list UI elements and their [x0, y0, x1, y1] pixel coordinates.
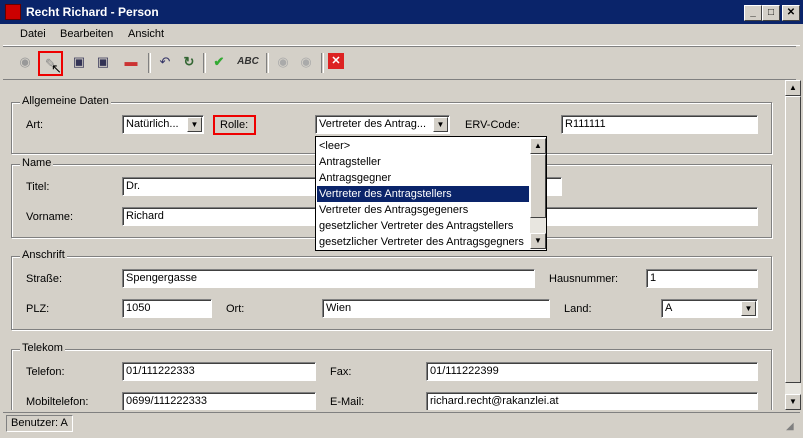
menu-datei[interactable]: Datei	[20, 28, 46, 40]
dropdown-option[interactable]: gesetzlicher Vertreter des Antragsgegner…	[317, 234, 529, 250]
strasse-label: Straße:	[26, 273, 63, 285]
email-input[interactable]: richard.recht@rakanzlei.at	[426, 392, 758, 410]
dropdown-option[interactable]: Antragsgegner	[317, 170, 529, 186]
toolbar-separator	[321, 53, 324, 73]
save-close-icon[interactable]: ▣	[93, 52, 113, 72]
resize-grip-icon[interactable]: ◢	[786, 421, 794, 432]
check-icon[interactable]: ✔	[209, 52, 229, 72]
erv-input[interactable]: R111111	[561, 115, 758, 134]
dropdown-option-selected[interactable]: Vertreter des Antragstellers	[317, 186, 529, 202]
app-icon	[5, 4, 21, 20]
dropdown-option[interactable]: <leer>	[317, 138, 529, 154]
land-value: A	[665, 302, 673, 314]
hausnummer-input[interactable]: 1	[646, 269, 758, 288]
fax-label: Fax:	[330, 366, 352, 378]
art-select[interactable]: Natürlich... ▼	[122, 115, 204, 134]
down-icon[interactable]: ◉	[296, 52, 316, 72]
plz-label: PLZ:	[26, 303, 50, 315]
land-label: Land:	[564, 303, 592, 315]
strasse-input[interactable]: Spengergasse	[122, 269, 535, 288]
status-bar: Benutzer: A ◢	[3, 412, 800, 435]
delete-icon[interactable]: ▬	[121, 52, 141, 72]
telefon-label: Telefon:	[26, 366, 65, 378]
toolbar: ◉ ✎ ↖ ▣ ▣ ▬ ↶ ↻ ✔ ABC ◉ ◉ ✕	[3, 46, 796, 80]
scroll-up-icon[interactable]: ▲	[785, 80, 801, 96]
group-title: Allgemeine Daten	[20, 95, 111, 107]
main-scrollbar[interactable]: ▲ ▼	[785, 80, 801, 410]
redo-icon[interactable]: ↻	[179, 52, 199, 72]
menu-bearbeiten[interactable]: Bearbeiten	[60, 28, 113, 40]
back-icon[interactable]: ◉	[15, 52, 35, 72]
fax-input[interactable]: 01/111222399	[426, 362, 758, 381]
dropdown-option[interactable]: Vertreter des Antragsgegeners	[317, 202, 529, 218]
scroll-down-icon[interactable]: ▼	[785, 394, 801, 410]
land-select[interactable]: A ▼	[661, 299, 758, 318]
chevron-down-icon[interactable]: ▼	[433, 117, 448, 132]
dropdown-option[interactable]: gesetzlicher Vertreter des Antragsteller…	[317, 218, 529, 234]
scroll-thumb[interactable]	[785, 96, 801, 383]
email-label: E-Mail:	[330, 396, 365, 408]
minimize-button[interactable]: _	[744, 5, 762, 21]
vorname-label: Vorname:	[26, 211, 74, 223]
scroll-up-icon[interactable]: ▲	[530, 138, 546, 154]
ort-input[interactable]: Wien	[322, 299, 550, 318]
hausnummer-label: Hausnummer:	[549, 273, 619, 285]
rolle-value: Vertreter des Antrag...	[319, 118, 427, 130]
art-label: Art:	[26, 119, 44, 131]
toolbar-separator	[148, 53, 151, 73]
mobil-input[interactable]: 0699/111222333	[122, 392, 316, 410]
plz-input[interactable]: 1050	[122, 299, 212, 318]
form-content: Allgemeine Daten Art: Natürlich... ▼ Rol…	[3, 80, 784, 410]
art-value: Natürlich...	[126, 118, 179, 130]
group-title: Anschrift	[20, 249, 67, 261]
spellcheck-label: ABC	[237, 56, 259, 67]
group-title: Name	[20, 157, 54, 169]
dropdown-scrollbar[interactable]: ▲ ▼	[530, 138, 546, 249]
rolle-select[interactable]: Vertreter des Antrag... ▼	[315, 115, 450, 134]
save-icon[interactable]: ▣	[69, 52, 89, 72]
toolbar-separator	[203, 53, 206, 73]
chevron-down-icon[interactable]: ▼	[741, 301, 756, 316]
telefon-input[interactable]: 01/111222333	[122, 362, 316, 381]
ort-label: Ort:	[226, 303, 245, 315]
window-title: Recht Richard - Person	[26, 5, 159, 19]
up-icon[interactable]: ◉	[273, 52, 293, 72]
cancel-icon[interactable]: ✕	[328, 53, 344, 69]
close-button[interactable]: ✕	[782, 5, 800, 21]
titel-label: Titel:	[26, 181, 50, 193]
toolbar-separator	[266, 53, 269, 73]
group-anschrift	[11, 256, 772, 330]
scroll-down-icon[interactable]: ▼	[530, 233, 546, 249]
maximize-button[interactable]: □	[762, 5, 780, 21]
chevron-down-icon[interactable]: ▼	[187, 117, 202, 132]
status-user: Benutzer: A	[6, 415, 73, 432]
spellcheck-icon[interactable]: ABC	[235, 52, 261, 72]
undo-icon[interactable]: ↶	[155, 52, 175, 72]
group-title: Telekom	[20, 342, 65, 354]
menu-bar: Datei Bearbeiten Ansicht	[3, 25, 800, 46]
menu-ansicht[interactable]: Ansicht	[128, 28, 164, 40]
dropdown-option[interactable]: Antragsteller	[317, 154, 529, 170]
mobil-label: Mobiltelefon:	[26, 396, 89, 408]
rolle-label: Rolle:	[220, 119, 249, 131]
title-bar[interactable]: Recht Richard - Person _ □ ✕	[0, 0, 803, 24]
cursor-icon: ↖	[51, 61, 62, 76]
scroll-thumb[interactable]	[530, 154, 546, 218]
erv-label: ERV-Code:	[465, 119, 520, 131]
rolle-dropdown-list: <leer> Antragsteller Antragsgegner Vertr…	[315, 136, 547, 251]
